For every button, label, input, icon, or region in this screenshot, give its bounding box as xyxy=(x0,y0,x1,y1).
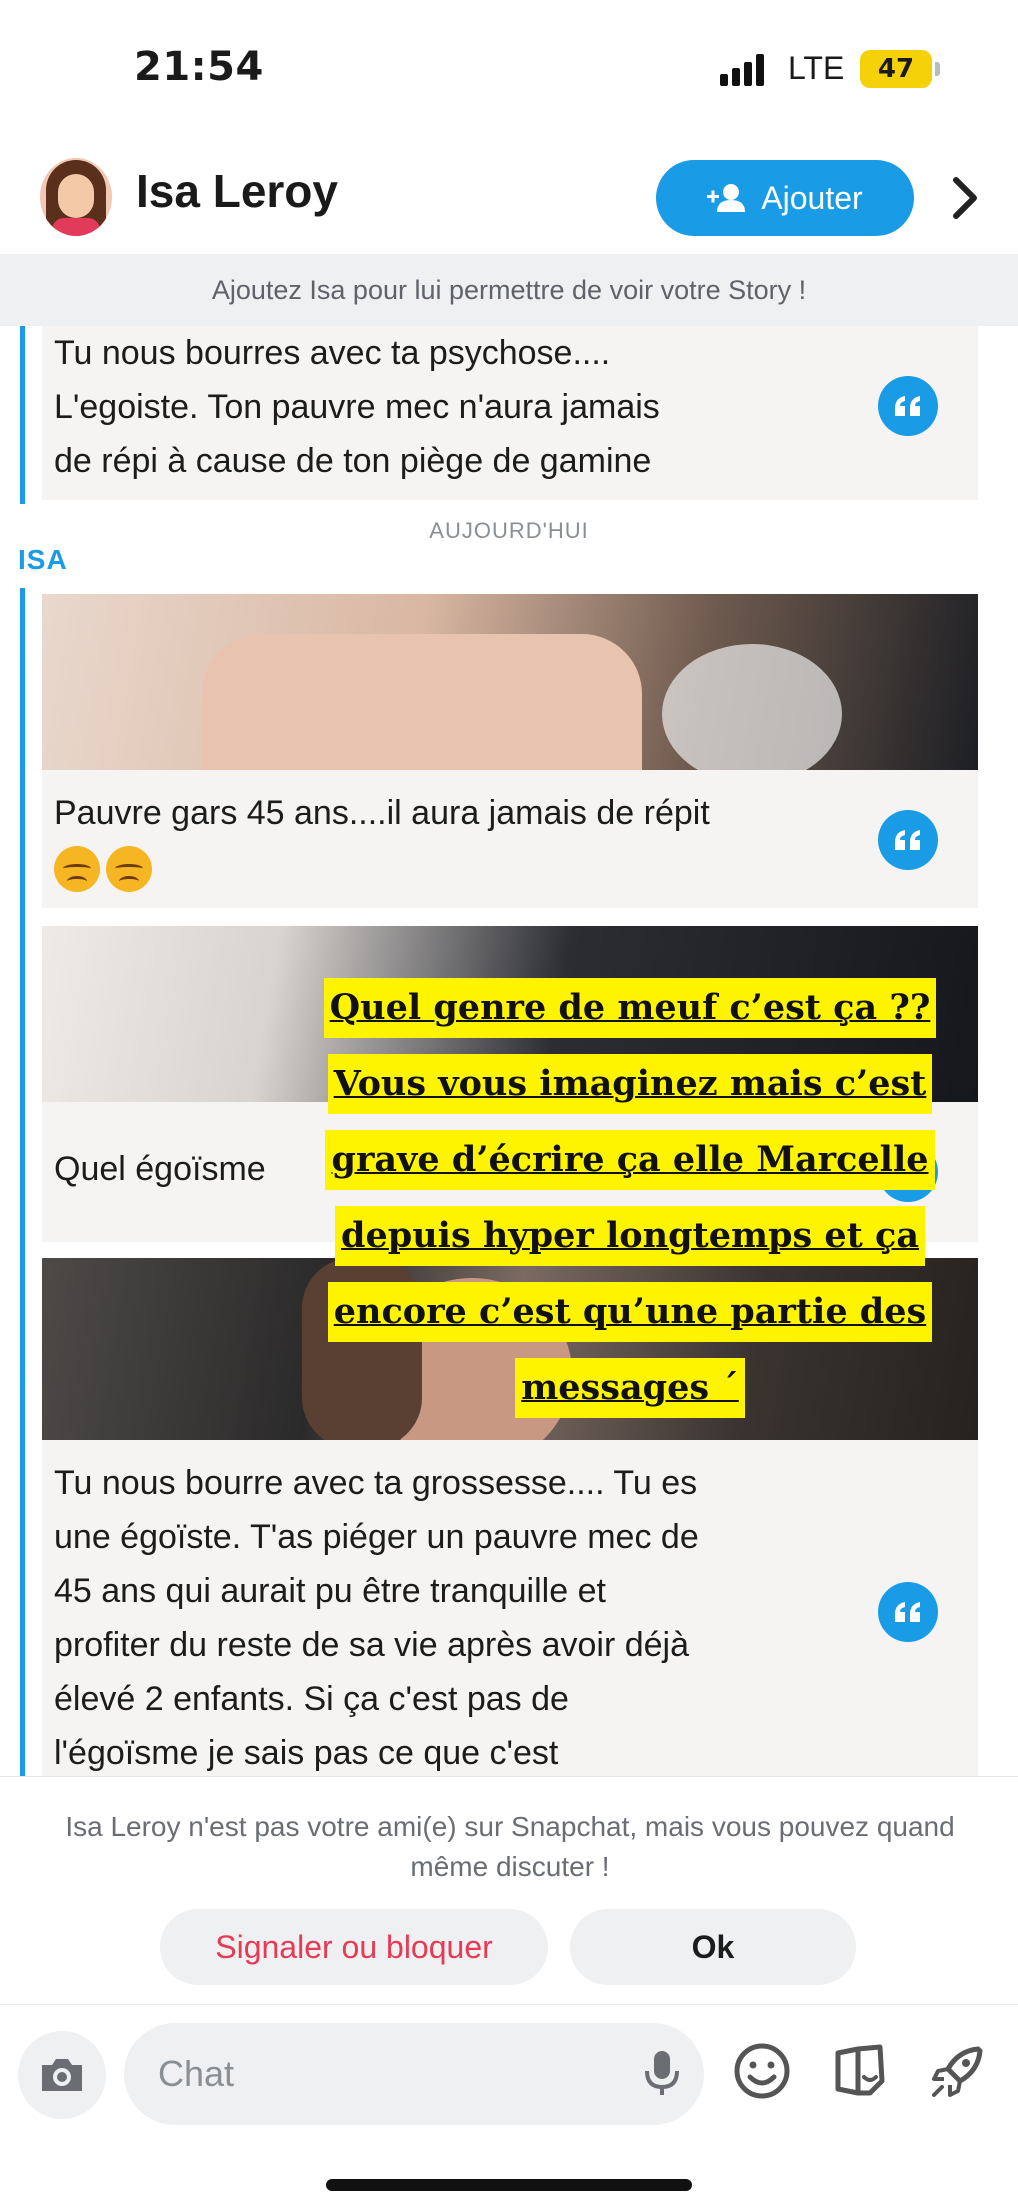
emoji-row xyxy=(54,840,710,894)
caption-line: Vous vous imaginez mais c’est xyxy=(327,1054,933,1114)
ok-button[interactable]: Ok xyxy=(570,1909,856,1985)
sticker-icon[interactable] xyxy=(830,2041,890,2101)
chat-header: Isa Leroy Ajouter xyxy=(0,140,1018,254)
chat-input-container[interactable] xyxy=(124,2023,704,2125)
add-friend-label: Ajouter xyxy=(761,179,863,216)
disappointed-face-icon xyxy=(54,846,100,893)
caption-line: depuis hyper longtemps et ça xyxy=(335,1206,925,1266)
message-line: Tu nous bourre avec ta grossesse.... Tu … xyxy=(54,1464,698,1502)
chevron-right-icon[interactable] xyxy=(950,176,980,220)
microphone-icon[interactable] xyxy=(642,2049,682,2099)
message-text: Quel égoïsme xyxy=(54,1142,266,1196)
message-line: 45 ans qui aurait pu être tranquille et xyxy=(54,1572,606,1610)
message-line: une égoïste. T'as piéger un pauvre mec d… xyxy=(54,1518,699,1556)
sender-bar xyxy=(20,588,25,1776)
add-friend-button[interactable]: Ajouter xyxy=(656,160,914,236)
caption-line: encore c’est qu’une partie des xyxy=(327,1282,933,1342)
status-bar: 21:54 LTE 47 xyxy=(0,0,1018,140)
message-card[interactable]: Tu nous bourres avec ta psychose.... L'e… xyxy=(42,326,978,500)
message-line: L'egoiste. Ton pauvre mec n'aura jamais xyxy=(54,388,660,426)
status-time: 21:54 xyxy=(134,44,264,90)
caption-line: grave d’écrire ça elle Marcelle xyxy=(325,1130,935,1190)
rocket-icon[interactable] xyxy=(928,2041,988,2101)
message-line: Pauvre gars 45 ans....il aura jamais de … xyxy=(54,794,710,832)
message-text: Pauvre gars 45 ans....il aura jamais de … xyxy=(54,786,710,894)
sender-bar xyxy=(20,326,25,504)
chat-input-bar xyxy=(0,2004,1018,2208)
message-line: Tu nous bourres avec ta psychose.... xyxy=(54,334,611,372)
not-friend-panel: Isa Leroy n'est pas votre ami(e) sur Sna… xyxy=(0,1776,1018,2004)
contact-name[interactable]: Isa Leroy xyxy=(136,164,338,218)
report-block-button[interactable]: Signaler ou bloquer xyxy=(160,1909,548,1985)
caption-line: Quel genre de meuf c’est ça ?? xyxy=(323,978,937,1038)
not-friend-notice: Isa Leroy n'est pas votre ami(e) sur Sna… xyxy=(65,1811,955,1882)
sender-label: ISA xyxy=(18,544,68,575)
quote-icon[interactable] xyxy=(878,810,938,870)
message-photo[interactable] xyxy=(42,594,978,770)
caption-line: messages ´ xyxy=(515,1358,745,1418)
message-text: Tu nous bourre avec ta grossesse.... Tu … xyxy=(54,1456,699,1776)
disappointed-face-icon xyxy=(106,846,152,893)
signal-icon xyxy=(720,54,772,86)
message-line: Quel égoïsme xyxy=(54,1150,266,1188)
story-banner: Ajoutez Isa pour lui permettre de voir v… xyxy=(0,254,1018,326)
message-line: élevé 2 enfants. Si ça c'est pas de xyxy=(54,1680,569,1718)
battery-icon: 47 xyxy=(860,50,940,88)
quote-icon[interactable] xyxy=(878,376,938,436)
quote-icon[interactable] xyxy=(878,1582,938,1642)
message-card[interactable]: Tu nous bourre avec ta grossesse.... Tu … xyxy=(42,1440,978,1776)
day-separator: AUJOURD'HUI xyxy=(429,518,589,543)
home-indicator xyxy=(326,2179,692,2191)
message-card[interactable]: Pauvre gars 45 ans....il aura jamais de … xyxy=(42,770,978,908)
message-line: de répi à cause de ton piège de gamine xyxy=(54,442,652,480)
network-label: LTE xyxy=(788,50,845,86)
camera-icon xyxy=(42,2059,82,2091)
chat-input[interactable] xyxy=(158,2047,628,2101)
add-user-icon xyxy=(707,184,746,212)
emoji-icon[interactable] xyxy=(732,2041,792,2101)
message-text: Tu nous bourres avec ta psychose.... L'e… xyxy=(54,326,660,488)
message-line: l'égoïsme je sais pas ce que c'est xyxy=(54,1734,559,1772)
overlay-caption: Quel genre de meuf c’est ça ?? Vous vous… xyxy=(290,978,970,1434)
avatar[interactable] xyxy=(40,158,112,236)
battery-level: 47 xyxy=(877,54,915,84)
message-line: profiter du reste de sa vie après avoir … xyxy=(54,1626,690,1664)
camera-button[interactable] xyxy=(18,2031,106,2119)
